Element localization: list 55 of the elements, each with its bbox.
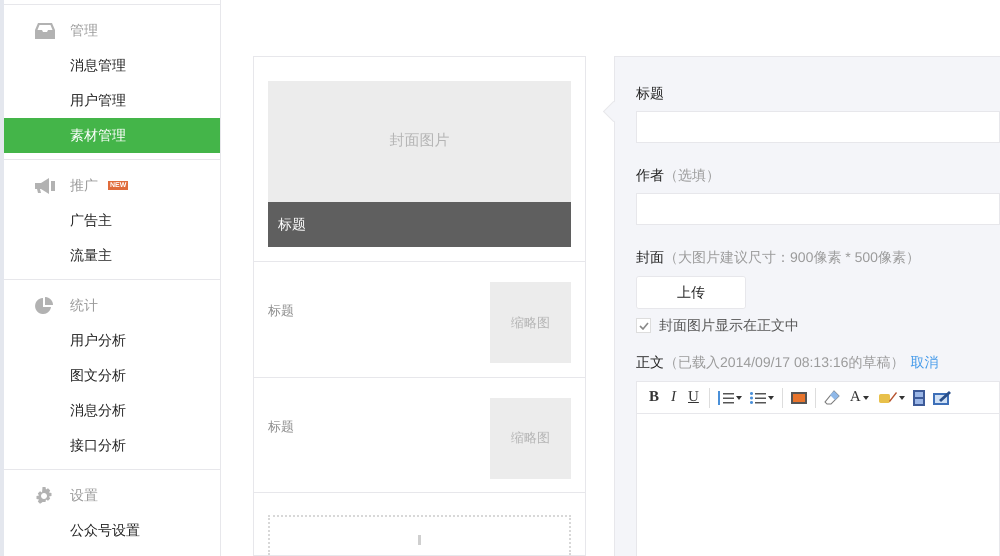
megaphone-icon — [35, 178, 55, 194]
film-icon — [912, 390, 925, 406]
menu-item[interactable]: 用户管理 — [4, 83, 220, 118]
format-button[interactable]: I — [669, 386, 678, 409]
menu-item[interactable]: 用户分析 — [4, 323, 220, 358]
article-title: 标题 — [268, 418, 294, 436]
menu-item[interactable]: 公众号设置 — [4, 513, 220, 548]
caret-icon — [768, 396, 774, 400]
toolbar-button[interactable] — [718, 390, 742, 404]
pie-chart-icon — [35, 296, 53, 314]
caret-icon — [898, 396, 905, 400]
caret-icon — [736, 396, 742, 400]
caret-icon — [862, 396, 869, 400]
section-title: 管理 — [70, 21, 98, 40]
section-title: 推广 — [70, 176, 98, 195]
format-button[interactable]: A — [848, 386, 871, 409]
highlighter-icon — [878, 390, 897, 404]
article-title: 标题 — [268, 302, 294, 320]
toolbar-button[interactable] — [878, 390, 905, 404]
upload-button[interactable]: 上传 — [636, 276, 746, 309]
picture-frame-icon — [932, 390, 951, 406]
eraser-icon — [824, 390, 840, 406]
numbered-list-icon — [718, 390, 734, 404]
plus-icon — [418, 535, 421, 545]
menu-item[interactable]: 消息分析 — [4, 393, 220, 428]
menu-item[interactable]: 接口分析 — [4, 428, 220, 463]
format-button[interactable]: B — [647, 386, 662, 409]
field-hint: （选填） — [664, 167, 720, 183]
menu-item[interactable]: 广告主 — [4, 203, 220, 238]
cover-title-bar: 标题 — [268, 202, 571, 247]
menu-item[interactable]: 图文分析 — [4, 358, 220, 393]
author-input[interactable] — [636, 193, 1000, 225]
checkbox-label: 封面图片显示在正文中 — [659, 316, 799, 335]
toolbar-button[interactable] — [912, 390, 925, 406]
section-title: 统计 — [70, 296, 98, 315]
field-label: 正文 — [636, 353, 664, 372]
settings-icon — [35, 486, 53, 504]
checkmark-icon — [638, 322, 648, 330]
toolbar-button[interactable] — [790, 392, 807, 404]
toolbar-button[interactable] — [932, 390, 951, 406]
checkbox[interactable] — [636, 318, 651, 333]
format-button[interactable]: U — [686, 386, 701, 409]
field-label: 封面 — [636, 249, 664, 265]
field-hint: （大图片建议尺寸：900像素 * 500像素） — [664, 249, 920, 265]
field-hint: （已载入2014/09/17 08:13:16的草稿） — [664, 353, 904, 372]
menu-item[interactable]: 消息管理 — [4, 48, 220, 83]
section-title: 设置 — [70, 486, 98, 505]
toolbar-button[interactable] — [750, 390, 774, 404]
image-icon — [790, 392, 807, 404]
field-label: 标题 — [636, 84, 665, 103]
inbox-icon — [35, 22, 55, 38]
title-input[interactable] — [636, 111, 1000, 143]
bullet-list-icon — [750, 390, 766, 404]
field-label: 作者 — [636, 167, 664, 183]
menu-item[interactable]: 流量主 — [4, 238, 220, 273]
